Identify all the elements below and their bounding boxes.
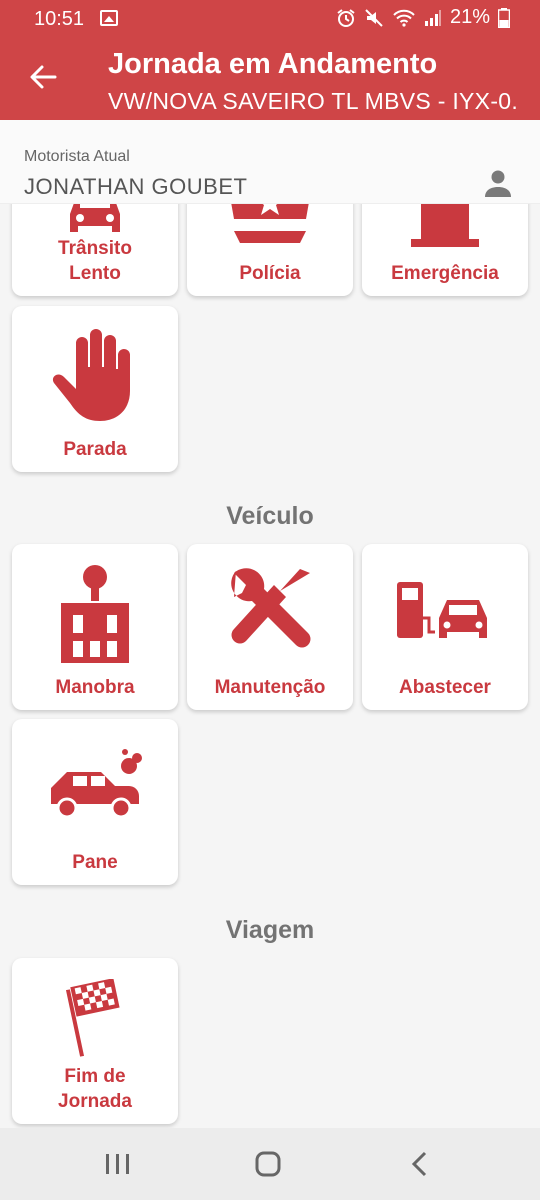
card-label: Polícia — [239, 263, 301, 284]
police-cap-icon — [187, 204, 353, 254]
event-grid: Trânsito Lento Polícia Emergência Parada… — [0, 204, 540, 1128]
driver-header: Motorista Atual JONATHAN GOUBET — [0, 120, 540, 204]
card-label: Trânsito Lento — [58, 238, 132, 284]
card-label: Abastecer — [399, 677, 491, 698]
siren-icon — [362, 204, 528, 254]
mute-icon — [365, 8, 383, 27]
fuel-pump-icon — [362, 558, 528, 668]
alarm-icon — [337, 8, 355, 27]
back-arrow-icon[interactable] — [28, 62, 58, 92]
event-card-pane[interactable]: Pane — [12, 719, 178, 885]
card-label: Manobra — [55, 677, 135, 698]
hand-stop-icon — [12, 320, 178, 430]
event-card-manutencao[interactable]: Manutenção — [187, 544, 353, 710]
event-card-policia[interactable]: Polícia — [187, 204, 353, 296]
wifi-icon — [393, 9, 415, 27]
event-card-emergencia[interactable]: Emergência — [362, 204, 528, 296]
event-card-fim-jornada[interactable]: Fim de Jornada — [12, 958, 178, 1124]
gear-shift-icon — [12, 558, 178, 668]
event-card-manobra[interactable]: Manobra — [12, 544, 178, 710]
tools-icon — [187, 558, 353, 668]
status-time: 10:51 — [34, 8, 85, 30]
card-label: Manutenção — [214, 677, 326, 698]
driver-name: JONATHAN GOUBET — [24, 174, 248, 199]
event-card-abastecer[interactable]: Abastecer — [362, 544, 528, 710]
page-title: Jornada em Andamento — [108, 48, 438, 80]
recent-apps-icon[interactable] — [98, 1148, 138, 1180]
card-label: Emergência — [391, 263, 499, 284]
top-bar: 10:51 21% Jornada em Andamento VW/NOVA S… — [0, 0, 540, 120]
status-bar: 10:51 21% — [0, 6, 540, 32]
section-title-veiculo: Veículo — [226, 502, 314, 530]
back-nav-icon[interactable] — [400, 1148, 440, 1180]
car-smoke-icon — [12, 733, 178, 843]
driver-label: Motorista Atual — [24, 148, 130, 165]
home-icon[interactable] — [248, 1148, 288, 1180]
person-icon[interactable] — [484, 168, 512, 198]
app-bar: Jornada em Andamento VW/NOVA SAVEIRO TL … — [0, 40, 540, 120]
card-label: Pane — [72, 852, 118, 873]
system-nav-bar — [0, 1128, 540, 1200]
card-label: Parada — [63, 439, 127, 460]
vehicle-subtitle: VW/NOVA SAVEIRO TL MBVS - IYX-0... — [108, 88, 520, 114]
card-label: Fim de Jornada — [58, 1066, 132, 1112]
battery-icon — [498, 7, 510, 28]
signal-icon — [424, 9, 441, 26]
event-card-parada[interactable]: Parada — [12, 306, 178, 472]
section-title-viagem: Viagem — [225, 916, 315, 944]
gallery-icon — [100, 10, 118, 26]
battery-percent: 21% — [449, 6, 490, 28]
event-card-transito-lento[interactable]: Trânsito Lento — [12, 204, 178, 296]
checkered-flag-icon — [12, 964, 178, 1074]
